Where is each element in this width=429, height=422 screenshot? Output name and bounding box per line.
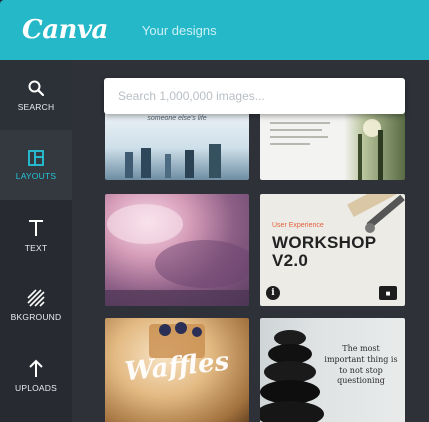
sidebar-item-label: Text [24,242,48,253]
background-icon [27,288,45,307]
text-icon [29,219,43,236]
upload-icon [29,359,43,377]
layout-title: The most important thing is to not stop … [324,344,398,386]
sidebar-item-label: Bkground [10,311,62,322]
layouts-icon [28,149,44,166]
your-designs-link[interactable]: Your designs [142,23,217,38]
sidebar-item-background[interactable]: Bkground [0,270,72,340]
free-badge-icon: ■ [379,286,397,300]
canva-app: Canva Your designs Search Layouts Text [0,0,429,422]
canva-logo[interactable]: Canva [22,15,108,45]
sidebar: Search Layouts Text [0,60,72,422]
layout-title: WORKSHOP V2.0 [272,233,377,270]
layout-image [105,204,249,306]
sidebar-item-layouts[interactable]: Layouts [0,130,72,200]
search-icon [28,80,45,96]
layout-image [125,144,221,178]
layout-thumbnail[interactable]: someone else's life [105,108,249,180]
sidebar-item-label: Uploads [14,382,58,393]
layout-image [270,119,383,180]
search-box[interactable] [104,78,405,114]
sidebar-item-label: Search [17,101,55,112]
layout-eyebrow: User Experience [272,222,324,229]
layout-thumbnail[interactable] [105,194,249,306]
layouts-panel: someone else's life [72,60,429,422]
layout-thumbnail[interactable] [260,108,405,180]
sidebar-item-text[interactable]: Text [0,200,72,270]
search-input[interactable] [118,89,405,103]
sidebar-item-label: Layouts [15,170,57,181]
layout-thumbnail[interactable]: User Experience WORKSHOP V2.0 i ■ [260,194,405,306]
sidebar-item-uploads[interactable]: Uploads [0,340,72,410]
sidebar-item-search[interactable]: Search [0,60,72,130]
top-bar: Canva Your designs [0,0,429,60]
info-icon[interactable]: i [266,286,280,300]
layout-thumbnail[interactable]: The most important thing is to not stop … [260,318,405,422]
layout-thumbnail[interactable]: Waffles [105,318,249,422]
